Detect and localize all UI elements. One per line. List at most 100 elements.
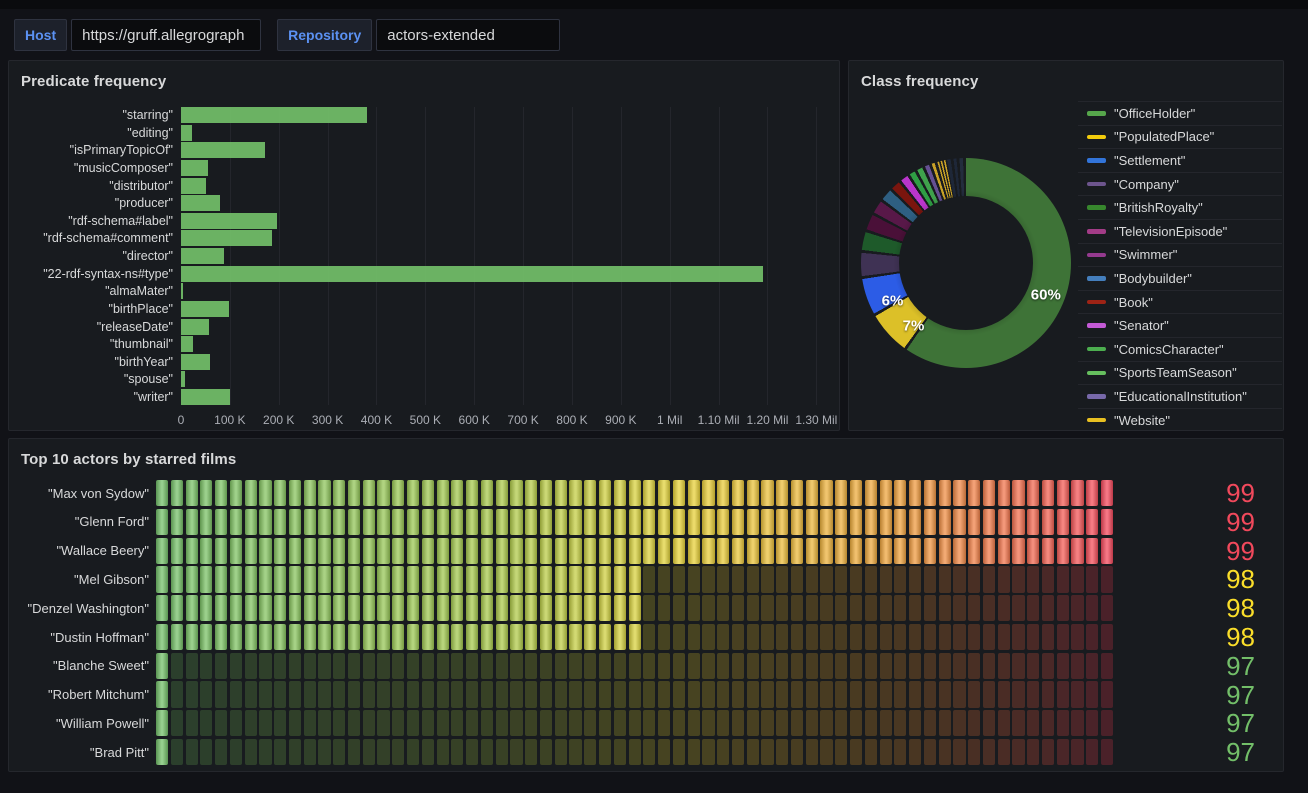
gauge-cell <box>732 509 744 535</box>
gauge-cell <box>466 710 478 736</box>
gauge-cell <box>466 538 478 564</box>
legend-item[interactable]: "Website" <box>1078 408 1282 429</box>
gauge-cell <box>348 538 360 564</box>
bar[interactable] <box>181 336 193 352</box>
legend-item[interactable]: "Senator" <box>1078 313 1282 337</box>
legend-item[interactable]: "Settlement" <box>1078 148 1282 172</box>
bar-category-label: "writer" <box>9 390 181 404</box>
gauge-cell <box>200 653 212 679</box>
gauge-cell <box>894 653 906 679</box>
gauge-cell <box>437 566 449 592</box>
gauge-cell <box>761 538 773 564</box>
gauge-cell <box>850 653 862 679</box>
gauge-cell <box>274 653 286 679</box>
gauge-cell <box>289 624 301 650</box>
gauge-cell <box>569 566 581 592</box>
legend-item[interactable]: "TelevisionEpisode" <box>1078 219 1282 243</box>
legend-item[interactable]: "PopulatedPlace" <box>1078 125 1282 149</box>
class-donut-chart[interactable]: 60%6%7% <box>861 158 1071 368</box>
actors-panel-title[interactable]: Top 10 actors by starred films <box>9 439 1283 468</box>
gauge-cell <box>880 509 892 535</box>
predicate-bar-chart[interactable]: "starring""editing""isPrimaryTopicOf""mu… <box>9 105 839 430</box>
bar[interactable] <box>181 142 265 158</box>
bar[interactable] <box>181 195 220 211</box>
gauge-cell <box>953 739 965 765</box>
gauge-cell <box>318 624 330 650</box>
gauge-cell <box>200 595 212 621</box>
bar-category-label: "isPrimaryTopicOf" <box>9 143 181 157</box>
gauge-cell <box>304 710 316 736</box>
gauge-cell <box>540 480 552 506</box>
actor-name-label: "Max von Sydow" <box>9 486 156 501</box>
gauge-cell <box>924 710 936 736</box>
gauge-cell <box>363 538 375 564</box>
legend-item[interactable]: "BritishRoyalty" <box>1078 195 1282 219</box>
gauge-cell <box>540 595 552 621</box>
predicate-panel-title[interactable]: Predicate frequency <box>9 61 839 90</box>
bar[interactable] <box>181 248 224 264</box>
gauge-cell <box>761 624 773 650</box>
gauge-cell <box>422 595 434 621</box>
gauge-cell <box>1071 538 1083 564</box>
gauge-cell <box>806 509 818 535</box>
gauge-cell <box>156 480 168 506</box>
legend-item[interactable]: "Swimmer" <box>1078 243 1282 267</box>
gauge-cell <box>924 624 936 650</box>
bar[interactable] <box>181 389 230 405</box>
bar[interactable] <box>181 213 277 229</box>
gauge-cell <box>820 480 832 506</box>
bar[interactable] <box>181 266 763 282</box>
bar[interactable] <box>181 301 229 317</box>
actors-lcd-gauge[interactable]: "Max von Sydow"99"Glenn Ford"99"Wallace … <box>9 480 1283 765</box>
legend-item[interactable]: "Bodybuilder" <box>1078 266 1282 290</box>
gauge-cell <box>629 624 641 650</box>
bar[interactable] <box>181 107 367 123</box>
bar[interactable] <box>181 125 192 141</box>
gauge-cell <box>569 624 581 650</box>
actor-value: 97 <box>1113 739 1283 765</box>
legend-item[interactable]: "Book" <box>1078 290 1282 314</box>
gauge-cell <box>909 480 921 506</box>
gauge-cell <box>909 624 921 650</box>
bar[interactable] <box>181 230 272 246</box>
gauge-cell <box>422 739 434 765</box>
gauge-cell <box>835 566 847 592</box>
legend-item[interactable]: "SportsTeamSeason" <box>1078 361 1282 385</box>
legend-item[interactable]: "Company" <box>1078 172 1282 196</box>
gauge-cell <box>673 595 685 621</box>
gauge-cell <box>481 653 493 679</box>
bar[interactable] <box>181 319 209 335</box>
gauge-cell <box>481 624 493 650</box>
gauge-cell <box>968 739 980 765</box>
gauge-cell <box>156 595 168 621</box>
gauge-cell <box>702 538 714 564</box>
gauge-cell <box>880 739 892 765</box>
bar[interactable] <box>181 354 210 370</box>
gauge-cell <box>186 509 198 535</box>
gauge-cell <box>304 624 316 650</box>
class-panel-title[interactable]: Class frequency <box>849 61 1283 90</box>
legend-item[interactable]: "ComicsCharacter" <box>1078 337 1282 361</box>
gauge-cell <box>525 653 537 679</box>
gauge-cell <box>835 595 847 621</box>
repository-control: Repository <box>277 19 560 51</box>
gauge-cell <box>865 509 877 535</box>
gauge-cell <box>377 538 389 564</box>
gauge-cell <box>909 710 921 736</box>
bar[interactable] <box>181 178 206 194</box>
bar[interactable] <box>181 283 183 299</box>
bar[interactable] <box>181 371 185 387</box>
legend-item[interactable]: "OfficeHolder" <box>1078 101 1282 125</box>
bar[interactable] <box>181 160 208 176</box>
gauge-cell <box>333 710 345 736</box>
gauge-cell <box>939 509 951 535</box>
host-input[interactable] <box>71 19 261 51</box>
gauge-cell <box>437 739 449 765</box>
repository-input[interactable] <box>376 19 560 51</box>
legend-item[interactable]: "EducationalInstitution" <box>1078 384 1282 408</box>
gauge-cell <box>1057 739 1069 765</box>
gauge-cell <box>466 595 478 621</box>
gauge-cell <box>673 566 685 592</box>
gauge-cell <box>318 480 330 506</box>
gauge-cell <box>835 681 847 707</box>
